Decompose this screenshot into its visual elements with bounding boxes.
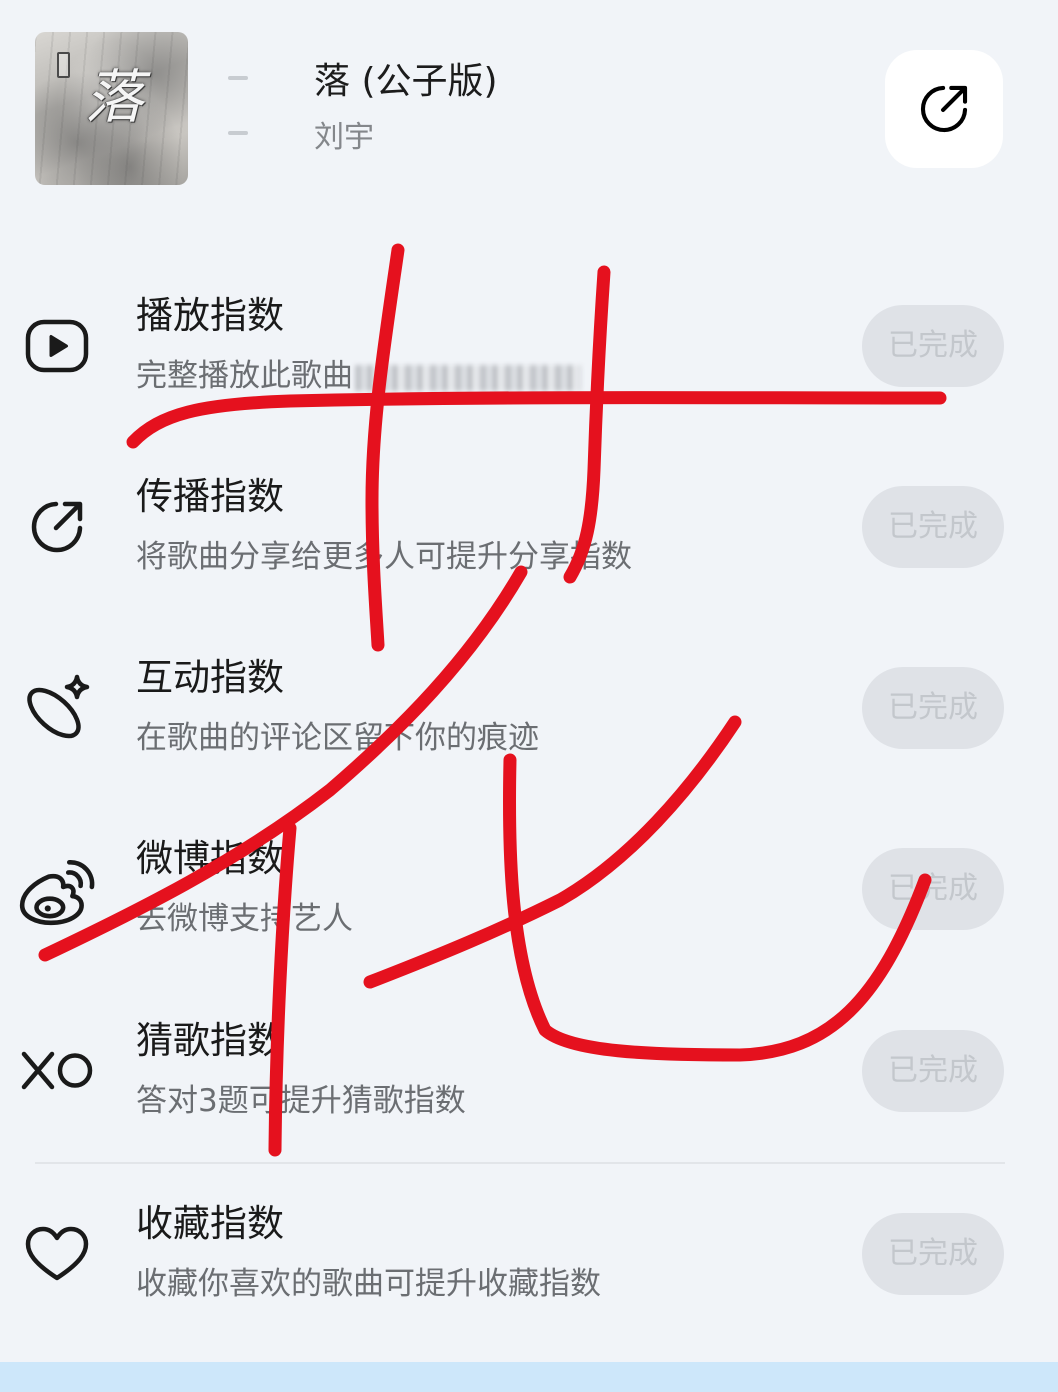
task-description: 将歌曲分享给更多人可提升分享指数 bbox=[136, 539, 632, 575]
task-description: 去微博支持艺人 bbox=[136, 901, 353, 937]
cover-seal bbox=[57, 52, 70, 78]
task-row-interaction: 互动指数 在歌曲的评论区留下你的痕迹 已完成 bbox=[0, 618, 1058, 798]
share-button[interactable] bbox=[885, 50, 1003, 168]
task-title: 猜歌指数 bbox=[136, 1019, 284, 1062]
completed-button[interactable]: 已完成 bbox=[862, 848, 1004, 930]
task-title: 互动指数 bbox=[136, 656, 284, 699]
task-row-share: 传播指数 将歌曲分享给更多人可提升分享指数 已完成 bbox=[0, 437, 1058, 617]
task-screen: 落 落 (公子版) 刘宇 播放指数 完整播放此歌曲 已完成 传播指数 将歌曲分享… bbox=[0, 0, 1058, 1392]
song-artist[interactable]: 刘宇 bbox=[314, 119, 374, 157]
task-row-favorite: 收藏指数 收藏你喜欢的歌曲可提升收藏指数 已完成 bbox=[0, 1164, 1058, 1344]
bottom-bar bbox=[0, 1362, 1058, 1392]
share-icon bbox=[920, 85, 968, 133]
task-description: 答对3题可提升猜歌指数 bbox=[136, 1083, 466, 1119]
task-title: 传播指数 bbox=[136, 475, 284, 518]
task-description-text: 完整播放此歌曲 bbox=[136, 358, 353, 394]
share-icon bbox=[22, 492, 92, 562]
task-description: 收藏你喜欢的歌曲可提升收藏指数 bbox=[136, 1266, 601, 1302]
task-title: 收藏指数 bbox=[136, 1202, 284, 1245]
title-dash bbox=[228, 76, 248, 80]
task-title: 微博指数 bbox=[136, 837, 284, 880]
completed-button[interactable]: 已完成 bbox=[862, 1030, 1004, 1112]
completed-button[interactable]: 已完成 bbox=[862, 667, 1004, 749]
weibo-icon bbox=[16, 854, 98, 926]
xo-icon bbox=[20, 1049, 94, 1093]
artist-dash bbox=[228, 131, 248, 135]
album-cover[interactable]: 落 bbox=[35, 32, 188, 185]
heart-icon bbox=[24, 1225, 90, 1283]
cover-calligraphy: 落 bbox=[85, 63, 144, 131]
play-icon bbox=[22, 311, 92, 381]
task-description: 完整播放此歌曲 bbox=[136, 356, 581, 396]
sparkle-orbit-icon bbox=[22, 673, 92, 743]
blurred-text bbox=[355, 364, 581, 391]
completed-button[interactable]: 已完成 bbox=[862, 305, 1004, 387]
completed-button[interactable]: 已完成 bbox=[862, 1213, 1004, 1295]
completed-button[interactable]: 已完成 bbox=[862, 486, 1004, 568]
task-description: 在歌曲的评论区留下你的痕迹 bbox=[136, 720, 539, 756]
task-row-play: 播放指数 完整播放此歌曲 已完成 bbox=[0, 256, 1058, 436]
task-row-weibo: 微博指数 去微博支持艺人 已完成 bbox=[0, 799, 1058, 979]
task-title: 播放指数 bbox=[136, 294, 284, 337]
task-row-guess: 猜歌指数 答对3题可提升猜歌指数 已完成 bbox=[0, 981, 1058, 1161]
song-title: 落 (公子版) bbox=[314, 61, 498, 102]
